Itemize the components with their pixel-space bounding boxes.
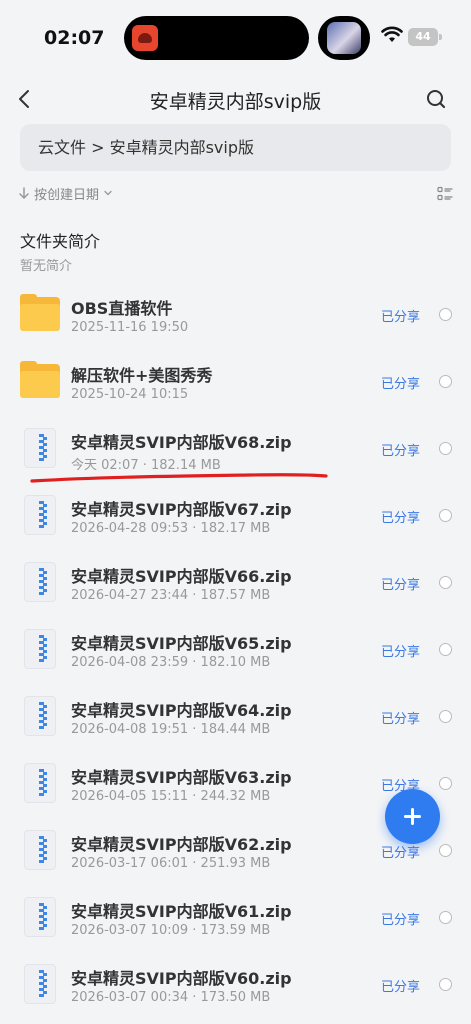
plus-icon-vertical (411, 808, 414, 825)
select-radio[interactable] (439, 643, 452, 656)
select-radio[interactable] (439, 911, 452, 924)
select-radio[interactable] (439, 777, 452, 790)
file-row[interactable]: 安卓精灵SVIP内部版V67.zip 2026-04-28 09:53 · 182… (0, 482, 471, 549)
shared-status[interactable]: 已分享 (381, 373, 420, 392)
live-activity-thumbnail[interactable] (318, 16, 370, 60)
shared-status[interactable]: 已分享 (381, 909, 420, 928)
zip-file-icon (20, 428, 60, 468)
view-mode-icon[interactable] (437, 186, 453, 202)
file-row[interactable]: 安卓精灵SVIP内部版V60.zip 2026-03-07 00:34 · 173… (0, 951, 471, 1018)
file-row[interactable]: 安卓精灵SVIP内部版V64.zip 2026-04-08 19:51 · 184… (0, 683, 471, 750)
shared-status[interactable]: 已分享 (381, 306, 420, 325)
nav-bar: 安卓精灵内部svip版 (0, 78, 471, 122)
item-meta: 2026-03-07 10:09 · 173.59 MB (71, 923, 271, 938)
zip-file-icon (20, 763, 60, 803)
item-meta: 2026-03-07 00:34 · 173.50 MB (71, 990, 271, 1005)
zip-file-icon (20, 629, 60, 669)
page-title: 安卓精灵内部svip版 (149, 91, 322, 113)
folder-intro-empty: 暂无简介 (20, 259, 73, 274)
item-meta: 2026-04-28 09:53 · 182.17 MB (71, 521, 271, 536)
item-meta: 2025-10-24 10:15 (71, 387, 189, 402)
item-name: 安卓精灵SVIP内部版V62.zip (71, 835, 292, 854)
file-row[interactable]: 安卓精灵SVIP内部版V61.zip 2026-03-07 10:09 · 173… (0, 884, 471, 951)
shared-status[interactable]: 已分享 (381, 842, 420, 861)
item-name: 安卓精灵SVIP内部版V68.zip (71, 433, 292, 452)
battery-level: 44 (415, 30, 431, 43)
dynamic-island[interactable] (124, 16, 309, 60)
breadcrumb[interactable]: 云文件 > 安卓精灵内部svip版 (20, 124, 451, 171)
item-meta: 2026-04-08 23:59 · 182.10 MB (71, 655, 271, 670)
select-radio[interactable] (439, 308, 452, 321)
item-name: 安卓精灵SVIP内部版V67.zip (71, 500, 292, 519)
file-row[interactable]: 安卓精灵SVIP内部版V65.zip 2026-04-08 23:59 · 182… (0, 616, 471, 683)
zip-file-icon (20, 495, 60, 535)
select-radio[interactable] (439, 978, 452, 991)
folder-row[interactable]: OBS直播软件 2025-11-16 19:50 已分享 (0, 281, 471, 348)
sort-label: 按创建日期 (34, 187, 100, 203)
select-radio[interactable] (439, 844, 452, 857)
zip-file-icon (20, 964, 60, 1004)
item-meta: 2026-04-08 19:51 · 184.44 MB (71, 722, 271, 737)
sort-selector[interactable]: 按创建日期 (18, 182, 113, 204)
item-name: 安卓精灵SVIP内部版V66.zip (71, 567, 292, 586)
media-thumbnail-icon (327, 22, 361, 54)
battery-tip (439, 34, 442, 40)
folder-icon (20, 294, 60, 334)
select-radio[interactable] (439, 375, 452, 388)
item-name: 安卓精灵SVIP内部版V63.zip (71, 768, 292, 787)
item-name: 解压软件+美图秀秀 (71, 366, 213, 385)
status-time: 02:07 (44, 27, 105, 49)
select-radio[interactable] (439, 509, 452, 522)
annotation-underline (30, 473, 328, 483)
item-meta: 2025-11-16 19:50 (71, 320, 189, 335)
item-meta: 2026-04-05 15:11 · 244.32 MB (71, 789, 271, 804)
wifi-icon (381, 26, 403, 42)
shared-status[interactable]: 已分享 (381, 507, 420, 526)
back-icon[interactable] (14, 88, 36, 110)
chevron-down-icon (104, 190, 112, 196)
folder-row[interactable]: 解压软件+美图秀秀 2025-10-24 10:15 已分享 (0, 348, 471, 415)
shared-status[interactable]: 已分享 (381, 641, 420, 660)
item-name: 安卓精灵SVIP内部版V65.zip (71, 634, 292, 653)
select-radio[interactable] (439, 442, 452, 455)
shared-status[interactable]: 已分享 (381, 440, 420, 459)
live-activity-app-icon (132, 25, 158, 51)
folder-icon (20, 361, 60, 401)
item-meta: 2026-04-27 23:44 · 187.57 MB (71, 588, 271, 603)
zip-file-icon (20, 562, 60, 602)
shared-status[interactable]: 已分享 (381, 976, 420, 995)
item-name: 安卓精灵SVIP内部版V61.zip (71, 902, 292, 921)
shared-status[interactable]: 已分享 (381, 574, 420, 593)
battery-icon: 44 (408, 28, 438, 46)
file-row[interactable]: 安卓精灵SVIP内部版V66.zip 2026-04-27 23:44 · 187… (0, 549, 471, 616)
sort-arrow-icon (19, 187, 29, 199)
item-name: 安卓精灵SVIP内部版V60.zip (71, 969, 292, 988)
shared-status[interactable]: 已分享 (381, 708, 420, 727)
select-radio[interactable] (439, 710, 452, 723)
zip-file-icon (20, 696, 60, 736)
add-button[interactable] (385, 789, 440, 844)
select-radio[interactable] (439, 576, 452, 589)
search-icon[interactable] (424, 87, 448, 111)
zip-file-icon (20, 830, 60, 870)
zip-file-icon (20, 897, 60, 937)
folder-intro-title: 文件夹简介 (20, 232, 101, 251)
item-meta: 2026-03-17 06:01 · 251.93 MB (71, 856, 271, 871)
item-name: 安卓精灵SVIP内部版V64.zip (71, 701, 292, 720)
item-name: OBS直播软件 (71, 299, 173, 318)
status-bar: 02:07 44 (0, 0, 471, 78)
